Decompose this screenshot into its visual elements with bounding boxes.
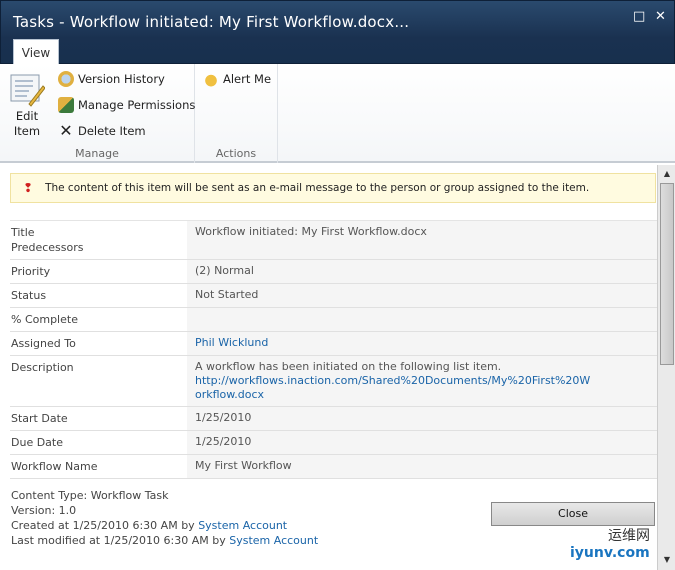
table-row: Status Not Started (10, 284, 657, 308)
field-label: Priority (11, 265, 51, 278)
field-label: Workflow Name (11, 460, 98, 473)
created-by-link[interactable]: System Account (198, 519, 287, 532)
permissions-icon (58, 97, 74, 113)
tab-view[interactable]: View (13, 39, 59, 65)
field-label: Start Date (11, 412, 68, 425)
manage-group: Edit Item Version History Manage Permiss… (0, 64, 195, 163)
field-label: % Complete (11, 313, 78, 326)
field-value: (2) Normal (187, 260, 657, 283)
table-row: Start Date 1/25/2010 (10, 407, 657, 431)
table-row: Due Date 1/25/2010 (10, 431, 657, 455)
actions-group: Alert Me Actions (195, 64, 278, 163)
field-value: Workflow initiated: My First Workflow.do… (187, 221, 657, 259)
notice-bar: ❢ The content of this item will be sent … (10, 173, 656, 203)
field-label: Predecessors (11, 241, 84, 254)
dialog-titlebar: Tasks - Workflow initiated: My First Wor… (0, 0, 675, 65)
vertical-scrollbar[interactable]: ▲ ▼ (657, 165, 675, 570)
delete-icon: ✕ (59, 121, 73, 140)
version: Version: 1.0 (11, 504, 77, 517)
document-link[interactable]: http://workflows.inaction.com/Shared%20D… (195, 374, 595, 402)
field-value: 1/25/2010 (187, 431, 657, 454)
manage-group-label: Manage (75, 147, 119, 160)
modified-by-link[interactable]: System Account (229, 534, 318, 547)
bell-icon (203, 71, 219, 87)
field-value: 1/25/2010 (187, 407, 657, 430)
pushpin-icon: ❢ (23, 181, 34, 195)
scroll-down-icon[interactable]: ▼ (660, 553, 674, 567)
close-x-button[interactable]: ✕ (655, 9, 666, 24)
field-label: Due Date (11, 436, 63, 449)
field-value: A workflow has been initiated on the fol… (195, 360, 502, 373)
scroll-thumb[interactable] (660, 183, 674, 365)
alert-me-label: Alert Me (223, 72, 272, 86)
scroll-up-icon[interactable]: ▲ (660, 167, 674, 181)
watermark: 运维网 iyunv.com (570, 528, 650, 561)
manage-permissions-label: Manage Permissions (78, 98, 196, 112)
table-row: Description A workflow has been initiated… (10, 356, 657, 407)
item-content: ❢ The content of this item will be sent … (0, 165, 657, 570)
field-value (187, 308, 657, 331)
field-value: My First Workflow (187, 455, 657, 478)
table-row: Workflow Name My First Workflow (10, 455, 657, 479)
fields-table: Title Predecessors Workflow initiated: My … (10, 220, 657, 479)
delete-item-label: Delete Item (78, 124, 146, 138)
edit-item-button[interactable]: Edit Item (9, 72, 45, 138)
table-row: Priority (2) Normal (10, 260, 657, 284)
content-type: Content Type: Workflow Task (11, 489, 169, 502)
maximize-button[interactable]: □ (633, 9, 645, 24)
field-value: Not Started (187, 284, 657, 307)
actions-group-label: Actions (215, 147, 257, 160)
table-row: % Complete (10, 308, 657, 332)
table-row: Title Predecessors Workflow initiated: My … (10, 221, 657, 260)
assigned-to-link[interactable]: Phil Wicklund (195, 336, 268, 349)
item-metadata: Content Type: Workflow Task Version: 1.0… (11, 488, 318, 548)
edit-label-2: Item (13, 124, 41, 138)
dialog-title: Tasks - Workflow initiated: My First Wor… (13, 13, 410, 31)
delete-item-button[interactable]: ✕ Delete Item (58, 121, 146, 140)
manage-permissions-button[interactable]: Manage Permissions (58, 97, 195, 113)
notice-text: The content of this item will be sent as… (45, 182, 590, 194)
ribbon: Edit Item Version History Manage Permiss… (0, 64, 675, 163)
field-label: Title (11, 226, 35, 239)
field-label: Status (11, 289, 47, 302)
edit-label-1: Edit (15, 109, 39, 123)
version-history-label: Version History (78, 72, 165, 86)
field-label: Description (11, 361, 74, 374)
version-history-button[interactable]: Version History (58, 71, 165, 87)
modified-text: Last modified at 1/25/2010 6:30 AM by (11, 534, 230, 547)
table-row: Assigned To Phil Wicklund (10, 332, 657, 356)
created-text: Created at 1/25/2010 6:30 AM by (11, 519, 199, 532)
version-history-icon (58, 71, 74, 87)
field-label: Assigned To (11, 337, 76, 350)
edit-item-icon (10, 74, 45, 107)
alert-me-button[interactable]: Alert Me (203, 71, 271, 87)
close-button[interactable]: Close (491, 502, 655, 526)
